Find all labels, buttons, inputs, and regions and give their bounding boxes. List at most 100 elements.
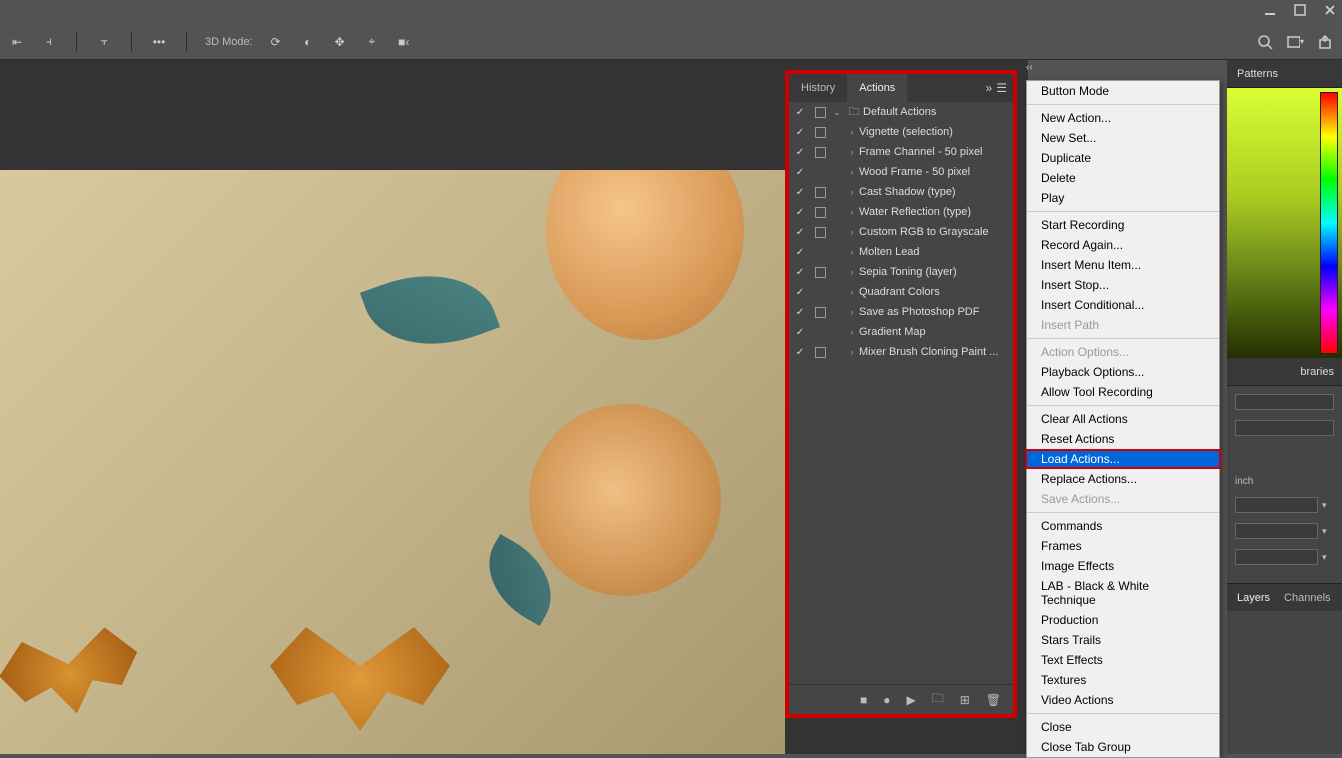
toggle-action[interactable]: ✓ [789, 267, 811, 278]
more-options-icon[interactable]: ••• [150, 33, 168, 51]
action-row[interactable]: ✓›Vignette (selection) [789, 122, 1013, 142]
toggle-action[interactable]: ✓ [789, 227, 811, 238]
slide-icon[interactable]: ⌖ [363, 33, 381, 51]
expand-action-icon[interactable]: › [845, 207, 859, 217]
expand-action-icon[interactable]: › [845, 307, 859, 317]
action-row[interactable]: ✓›Mixer Brush Cloning Paint ... [789, 342, 1013, 362]
hue-slider[interactable] [1320, 92, 1338, 354]
menu-item-new-action[interactable]: New Action... [1027, 108, 1219, 128]
document-canvas[interactable] [0, 170, 785, 754]
new-set-icon[interactable]: 🗀 [932, 689, 944, 710]
menu-item-insert-menu-item[interactable]: Insert Menu Item... [1027, 255, 1219, 275]
action-row[interactable]: ✓›Custom RGB to Grayscale [789, 222, 1013, 242]
toggle-action[interactable]: ✓ [789, 207, 811, 218]
menu-item-insert-stop[interactable]: Insert Stop... [1027, 275, 1219, 295]
prop-dropdown-1[interactable] [1235, 497, 1318, 513]
menu-item-reset-actions[interactable]: Reset Actions [1027, 429, 1219, 449]
expand-set-icon[interactable]: ⌄ [829, 107, 845, 118]
pan-icon[interactable]: ✥ [331, 33, 349, 51]
menu-item-frames[interactable]: Frames [1027, 536, 1219, 556]
menu-item-allow-tool-recording[interactable]: Allow Tool Recording [1027, 382, 1219, 402]
tab-layers[interactable]: Layers [1237, 592, 1270, 604]
action-row[interactable]: ✓›Cast Shadow (type) [789, 182, 1013, 202]
action-row[interactable]: ✓›Frame Channel - 50 pixel [789, 142, 1013, 162]
menu-item-clear-all-actions[interactable]: Clear All Actions [1027, 409, 1219, 429]
menu-item-replace-actions[interactable]: Replace Actions... [1027, 469, 1219, 489]
menu-item-production[interactable]: Production [1027, 610, 1219, 630]
menu-item-start-recording[interactable]: Start Recording [1027, 215, 1219, 235]
toggle-dialog[interactable] [811, 187, 829, 198]
toggle-dialog[interactable] [811, 147, 829, 158]
collapse-panel-icon[interactable]: » [986, 81, 993, 95]
toggle-action[interactable]: ✓ [789, 127, 811, 138]
toggle-action[interactable]: ✓ [789, 167, 811, 178]
close-icon[interactable] [1324, 3, 1336, 21]
action-row[interactable]: ✓›Sepia Toning (layer) [789, 262, 1013, 282]
toggle-action[interactable]: ✓ [789, 247, 811, 258]
prop-dropdown-2[interactable] [1235, 523, 1318, 539]
menu-item-close-tab-group[interactable]: Close Tab Group [1027, 737, 1219, 757]
prop-field-w[interactable] [1235, 394, 1334, 410]
record-icon[interactable]: ● [883, 693, 890, 707]
color-picker[interactable] [1227, 88, 1342, 358]
expand-action-icon[interactable]: › [845, 247, 859, 257]
toggle-action[interactable]: ✓ [789, 327, 811, 338]
toggle-dialog[interactable] [811, 347, 829, 358]
expand-action-icon[interactable]: › [845, 327, 859, 337]
collapse-panels-icon[interactable]: ‹‹ [1026, 62, 1046, 76]
menu-item-insert-conditional[interactable]: Insert Conditional... [1027, 295, 1219, 315]
search-icon[interactable] [1256, 33, 1274, 51]
expand-action-icon[interactable]: › [845, 127, 859, 137]
toggle-action[interactable]: ✓ [789, 147, 811, 158]
prop-dropdown-3[interactable] [1235, 549, 1318, 565]
toggle-dialog-set[interactable] [811, 107, 829, 118]
expand-action-icon[interactable]: › [845, 347, 859, 357]
action-row[interactable]: ✓›Wood Frame - 50 pixel [789, 162, 1013, 182]
menu-item-button-mode[interactable]: Button Mode [1027, 81, 1219, 101]
panel-menu-icon[interactable]: ☰ [996, 81, 1007, 95]
align-center-icon[interactable]: ⫟ [95, 33, 113, 51]
menu-item-image-effects[interactable]: Image Effects [1027, 556, 1219, 576]
menu-item-load-actions[interactable]: Load Actions... [1025, 449, 1221, 469]
menu-item-play[interactable]: Play [1027, 188, 1219, 208]
toggle-action[interactable]: ✓ [789, 287, 811, 298]
toggle-dialog[interactable] [811, 227, 829, 238]
menu-item-video-actions[interactable]: Video Actions [1027, 690, 1219, 710]
tab-patterns[interactable]: Patterns [1237, 68, 1278, 80]
tab-actions[interactable]: Actions [847, 74, 907, 102]
share-icon[interactable] [1316, 33, 1334, 51]
toggle-dialog[interactable] [811, 267, 829, 278]
menu-item-new-set[interactable]: New Set... [1027, 128, 1219, 148]
toggle-action-set[interactable]: ✓ [789, 107, 811, 118]
delete-icon[interactable]: 🗑 [986, 693, 1001, 707]
action-row[interactable]: ✓›Gradient Map [789, 322, 1013, 342]
expand-action-icon[interactable]: › [845, 227, 859, 237]
menu-item-text-effects[interactable]: Text Effects [1027, 650, 1219, 670]
toggle-action[interactable]: ✓ [789, 347, 811, 358]
expand-action-icon[interactable]: › [845, 287, 859, 297]
play-icon[interactable]: ▶ [906, 693, 915, 707]
tab-channels[interactable]: Channels [1284, 592, 1330, 604]
action-set-name[interactable]: Default Actions [863, 106, 1009, 118]
menu-item-playback-options[interactable]: Playback Options... [1027, 362, 1219, 382]
menu-item-close[interactable]: Close [1027, 717, 1219, 737]
menu-item-delete[interactable]: Delete [1027, 168, 1219, 188]
scale-icon[interactable]: ■‹ [395, 33, 413, 51]
align-bottom-icon[interactable]: ⫞ [40, 33, 58, 51]
action-row[interactable]: ✓›Water Reflection (type) [789, 202, 1013, 222]
expand-action-icon[interactable]: › [845, 147, 859, 157]
menu-item-textures[interactable]: Textures [1027, 670, 1219, 690]
toggle-action[interactable]: ✓ [789, 307, 811, 318]
menu-item-stars-trails[interactable]: Stars Trails [1027, 630, 1219, 650]
menu-item-duplicate[interactable]: Duplicate [1027, 148, 1219, 168]
orbit-icon[interactable]: ⟳ [267, 33, 285, 51]
prop-field-h[interactable] [1235, 420, 1334, 436]
toggle-dialog[interactable] [811, 207, 829, 218]
action-row[interactable]: ✓›Molten Lead [789, 242, 1013, 262]
arrange-docs-icon[interactable]: ▾ [1286, 33, 1304, 51]
expand-action-icon[interactable]: › [845, 167, 859, 177]
menu-item-lab-black-white-technique[interactable]: LAB - Black & White Technique [1027, 576, 1219, 610]
toggle-action[interactable]: ✓ [789, 187, 811, 198]
action-row[interactable]: ✓›Quadrant Colors [789, 282, 1013, 302]
maximize-icon[interactable] [1294, 3, 1306, 21]
